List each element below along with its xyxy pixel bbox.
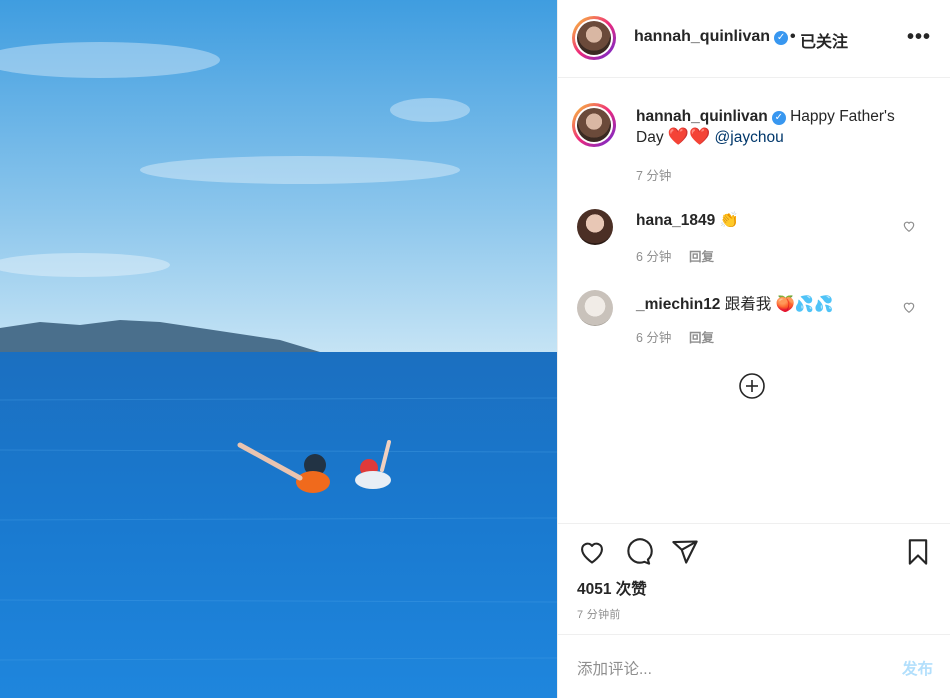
verified-icon: ✓ [774, 31, 789, 45]
comment-body: hana_1849 👏 [636, 211, 739, 230]
reply-button[interactable]: 回复 [689, 246, 714, 265]
comment-body: _miechin12 跟着我 🍑💦💦 [636, 292, 833, 314]
follow-status-button[interactable]: 已关注 [800, 28, 848, 52]
caption-avatar[interactable] [572, 103, 616, 147]
caption-username[interactable]: hannah_quinlivan [636, 108, 768, 125]
more-icon[interactable]: ••• [907, 26, 931, 49]
like-count[interactable]: 4051 次赞 [577, 577, 647, 599]
commenter-avatar[interactable] [577, 209, 613, 245]
reply-button[interactable]: 回复 [689, 327, 714, 346]
comment-time[interactable]: 6 分钟 [636, 327, 671, 346]
caption-time[interactable]: 7 分钟 [636, 165, 671, 184]
bookmark-icon[interactable] [904, 537, 932, 567]
post-detail-panel: hannah_quinlivan ✓ • 已关注 ••• hannah_quinl… [557, 0, 950, 698]
verified-icon: ✓ [771, 111, 786, 125]
post-header: hannah_quinlivan ✓ • 已关注 ••• [558, 0, 950, 78]
share-icon[interactable] [670, 538, 700, 566]
comment-text: 跟着我 🍑💦💦 [724, 296, 834, 313]
commenter-avatar[interactable] [577, 290, 613, 326]
comment-username[interactable]: hana_1849 [636, 212, 715, 229]
add-comment-icon[interactable] [739, 373, 765, 399]
comment-icon[interactable] [623, 538, 653, 566]
comment-like-icon[interactable] [902, 300, 916, 314]
post-photo[interactable] [0, 0, 557, 698]
comment-input[interactable]: 添加评论... [577, 657, 652, 679]
author-username[interactable]: hannah_quinlivan ✓ [634, 28, 789, 46]
heart-icon[interactable] [577, 538, 607, 566]
separator-dot: • [790, 28, 796, 45]
comment-text: 👏 [719, 212, 739, 229]
post-timestamp[interactable]: 7 分钟前 [577, 606, 621, 622]
comment-username[interactable]: _miechin12 [636, 296, 720, 313]
mention-link[interactable]: @jaychou [715, 129, 784, 146]
post-caption: hannah_quinlivan ✓ Happy Father's Day ❤️❤… [636, 107, 926, 148]
comment-time[interactable]: 6 分钟 [636, 246, 671, 265]
comment-form: 添加评论... 发布 [558, 634, 950, 699]
action-bar [558, 523, 950, 524]
heart-emoji: ❤️❤️ [667, 127, 711, 146]
post-comment-button[interactable]: 发布 [902, 657, 933, 679]
comment-like-icon[interactable] [902, 219, 916, 233]
author-avatar[interactable] [572, 16, 616, 60]
